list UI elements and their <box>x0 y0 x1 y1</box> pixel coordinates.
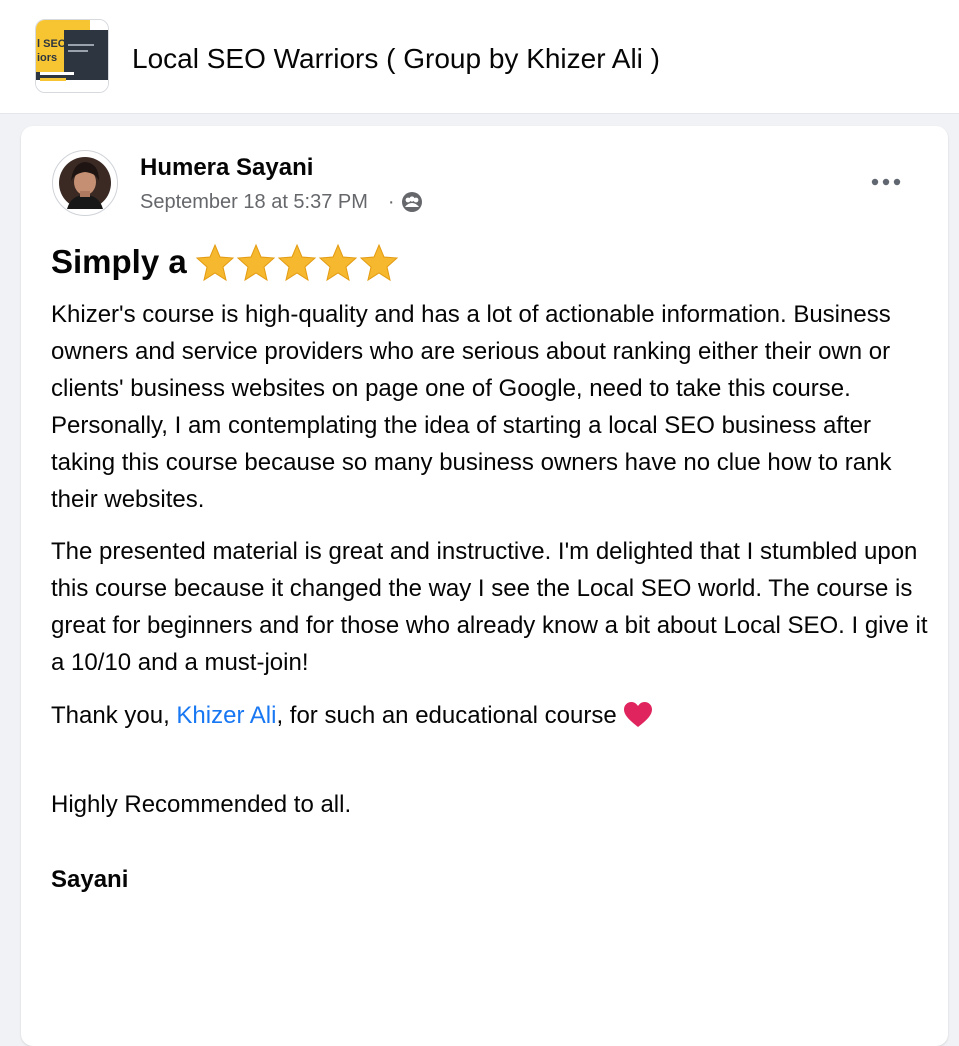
author-avatar[interactable] <box>52 150 118 216</box>
star-icon <box>236 243 275 282</box>
meta-separator: · <box>387 190 395 213</box>
heart-icon <box>623 702 652 727</box>
logo-text-line2: iors <box>37 52 57 64</box>
more-options-button[interactable] <box>867 166 907 198</box>
signature-text: Sayani <box>51 866 129 893</box>
star-icon <box>318 243 357 282</box>
logo-text-line1: l SEO <box>37 38 67 50</box>
avatar-image <box>59 157 111 209</box>
post-card: Humera Sayani September 18 at 5:37 PM · … <box>21 126 948 1046</box>
mention-link[interactable]: Khizer Ali <box>176 702 276 729</box>
post-paragraph: Khizer's course is high-quality and has … <box>51 301 892 513</box>
post-paragraph: The presented material is great and inst… <box>51 538 928 676</box>
recommendation-text: Highly Recommended to all. <box>51 791 352 818</box>
thanks-suffix: , for such an educational course <box>276 702 617 729</box>
star-icon <box>277 243 316 282</box>
thanks-prefix: Thank you, <box>51 702 177 729</box>
star-icon <box>195 243 234 282</box>
group-header: l SEO iors Local SEO Warriors ( Group by… <box>0 0 959 114</box>
group-title[interactable]: Local SEO Warriors ( Group by Khizer Ali… <box>132 40 660 78</box>
group-logo[interactable]: l SEO iors <box>35 19 109 93</box>
group-logo-image: l SEO iors <box>36 20 108 92</box>
group-audience-icon[interactable] <box>401 191 423 213</box>
author-name[interactable]: Humera Sayani <box>140 152 313 184</box>
post-timestamp[interactable]: September 18 at 5:37 PM <box>140 191 368 214</box>
thanks-paragraph: Thank you, Khizer Ali, for such an educa… <box>51 697 931 734</box>
star-icon <box>359 243 398 282</box>
more-options-icon <box>871 178 901 186</box>
post-meta: September 18 at 5:37 PM · <box>140 188 423 216</box>
star-rating <box>195 242 399 282</box>
post-heading-text: Simply a <box>51 243 187 280</box>
post-body: Simply a Khizer's course is high-quality… <box>51 240 931 912</box>
post-heading: Simply a <box>51 240 931 284</box>
